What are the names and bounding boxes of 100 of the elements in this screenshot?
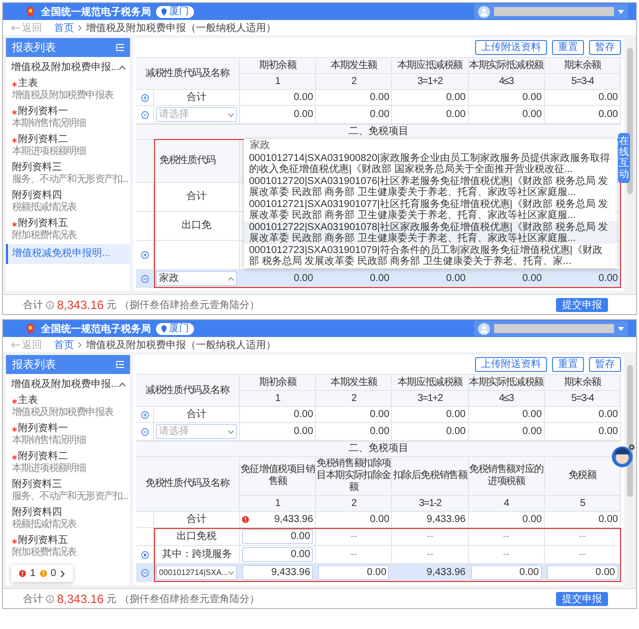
table-cell: 0.00 <box>598 514 618 526</box>
column-header: 免税销售额扣除项目本期实际扣除金额 <box>316 457 392 496</box>
dropdown-option[interactable]: 0001012720|SXA031901076|社区养老服务免征增值税优惠|《财政部 税务总局 发展改革委 民政部 商务部 卫生健康委关于养老、托育、家政等社区家庭服... <box>244 175 617 198</box>
toolbar-button[interactable]: 重置 <box>552 357 584 372</box>
column-header: 扣除后免税销售额 <box>392 457 469 496</box>
column-header: 免税销售额对应的进项税额 <box>468 457 545 496</box>
search-select-field[interactable]: 家政 <box>156 271 237 286</box>
amount-in-words: （捌仟叁佰肆拾叁元壹角陆分） <box>120 298 260 312</box>
table-cell: 0.00 <box>522 514 542 526</box>
table-cell: -- <box>502 530 510 542</box>
amount-field[interactable]: 0.00 <box>242 529 314 544</box>
column-index: 2 <box>316 74 392 90</box>
toolbar-button[interactable]: 上传附送资料 <box>475 40 547 55</box>
column-header: 本期实际抵减税额 <box>468 58 545 74</box>
home-link[interactable]: 首页 <box>54 338 74 352</box>
total-label: 合计 <box>23 298 43 312</box>
table-cell: 0.00 <box>370 108 390 120</box>
table-cell: 0.00 <box>294 272 314 284</box>
report-item[interactable]: 附列资料一 本期销售情况明细 <box>6 421 130 449</box>
table-cell: 9,433.96 <box>274 514 314 526</box>
table-cell: -- <box>502 548 510 560</box>
submit-button[interactable]: 提交申报 <box>556 592 608 606</box>
dropdown-option[interactable]: 0001012714|SXA031900820|家政服务企业由员工制家政服务员提供家政服务取得的收入免征增值税优惠|《财政部 国家税务总局关于全面推开营业税改征... <box>244 152 617 175</box>
table-cell: -- <box>350 530 358 542</box>
amount-field[interactable]: 0.00 <box>242 547 314 562</box>
submit-button[interactable]: 提交申报 <box>556 298 608 312</box>
column-index: 3=1-2 <box>392 496 469 512</box>
report-item[interactable]: 主表 增值税及附加税费申报表 <box>6 76 130 104</box>
column-header: 免征增值税项目销售额 <box>240 457 316 496</box>
option-group-label: 家政 <box>249 140 271 152</box>
table-cell: 0.00 <box>446 92 466 104</box>
dropdown-option[interactable]: 0001012723|SXA031901079|符合条件的员工制家政服务免征增值税优惠|《财政部 税务总局 发展改革委 民政部 商务部 卫生健康委关于养老、托育、家... <box>244 244 617 267</box>
table-cell: 0.00 <box>294 108 314 120</box>
total-amount: 8,343.16 <box>57 592 104 606</box>
section-title: 二、免税项目 <box>136 441 621 456</box>
column-header: 本期应抵减税额 <box>392 58 469 74</box>
row-label: 合计 <box>186 92 206 104</box>
city-button[interactable]: 厦门 <box>156 6 194 18</box>
home-link[interactable]: 首页 <box>54 20 74 34</box>
report-item[interactable]: 附列资料五 附加税费情况表 <box>6 216 130 244</box>
error-count: 1 <box>30 568 36 579</box>
row-label: 出口免税 <box>176 530 216 542</box>
toolbar-button[interactable]: 上传附送资料 <box>475 357 547 372</box>
report-item[interactable]: 增值税减免税申报明... <box>6 244 130 264</box>
amount-field[interactable]: 0.00 <box>318 565 390 580</box>
amount-field[interactable]: 0.00 <box>546 565 618 580</box>
column-index: 4 <box>468 496 545 512</box>
table-cell: 9,433.96 <box>426 514 466 526</box>
row-label: 其中：跨境服务 <box>162 548 232 560</box>
site-title: 全国统一规范电子税务局 <box>41 322 151 336</box>
report-item[interactable]: 附列资料二 本期进项税额明细 <box>6 449 130 477</box>
city-button[interactable]: 厦门 <box>156 322 194 334</box>
column-index: 3=1+2 <box>392 74 469 90</box>
report-item[interactable]: 附列资料三 服务、不动产和无形资产扣... <box>6 160 130 188</box>
dropdown-option[interactable]: 0001012722|SXA031901078|社区家政服务免征增值税优惠|《财政部 税务总局 发展改革委 民政部 商务部 卫生健康委关于养老、托育、家政等社区家庭服... <box>244 221 617 244</box>
report-item[interactable]: 附列资料五 附加税费情况表 <box>6 533 130 561</box>
row-label: 出口免 <box>182 220 212 232</box>
report-item[interactable]: 附列资料一 本期销售情况明细 <box>6 104 130 132</box>
table-cell: -- <box>426 548 434 560</box>
column-index: 1 <box>240 391 316 407</box>
column-index: 3=1+2 <box>392 391 469 407</box>
table-cell: 0.00 <box>446 426 466 438</box>
total-amount: 8,343.16 <box>57 298 104 312</box>
table-cell: 0.00 <box>370 272 390 284</box>
column-header: 减税性质代码及名称 <box>136 375 240 407</box>
table-cell: 0.00 <box>598 272 618 284</box>
column-header: 期初余额 <box>240 58 316 74</box>
report-item[interactable]: 附列资料四 税额抵减情况表 <box>6 188 130 216</box>
table-cell: 0.00 <box>370 92 390 104</box>
select-field[interactable]: 0001012714|SXA... <box>156 565 238 580</box>
table-cell: 0.00 <box>446 108 466 120</box>
site-title: 全国统一规范电子税务局 <box>41 6 151 18</box>
column-header: 本期发生额 <box>316 58 392 74</box>
toolbar-button[interactable]: 重置 <box>552 40 584 55</box>
column-index: 4≤3 <box>468 391 545 407</box>
table-cell: -- <box>579 548 586 560</box>
table-cell: 0.00 <box>522 92 542 104</box>
column-header: 本期应抵减税额 <box>392 375 469 391</box>
amount-field[interactable]: 0.00 <box>470 565 542 580</box>
column-header: 减税性质代码及名称 <box>136 58 240 90</box>
table-cell: 0.00 <box>446 272 466 284</box>
report-item[interactable]: 附列资料四 税额抵减情况表 <box>6 505 130 533</box>
report-item[interactable]: 附列资料二 本期进项税额明细 <box>6 132 130 160</box>
page-title: 增值税及附加税费申报（一般纳税人适用） <box>86 22 276 34</box>
dropdown-option[interactable]: 0001012721|SXA031901077|社区托育服务免征增值税优惠|《财政部 税务总局 发展改革委 民政部 商务部 卫生健康委关于养老、托育、家政等社区家庭服... <box>244 198 617 221</box>
report-item[interactable]: 附列资料三 服务、不动产和无形资产扣... <box>6 477 130 505</box>
section-title: 二、免税项目 <box>136 124 621 139</box>
toolbar-button[interactable]: 暂存 <box>589 357 621 372</box>
row-label: 合计 <box>186 191 206 203</box>
table-cell: 0.00 <box>370 408 390 420</box>
total-label: 合计 <box>23 592 43 606</box>
toolbar-button[interactable]: 暂存 <box>589 40 621 55</box>
amount-field[interactable]: 9,433.96 <box>242 565 314 580</box>
row-label: 合计 <box>186 514 206 526</box>
report-item[interactable]: 主表 增值税及附加税费申报表 <box>6 393 130 421</box>
column-header: 期初余额 <box>240 375 316 391</box>
column-index: 4≤3 <box>468 74 545 90</box>
table-cell: 0.00 <box>522 408 542 420</box>
table-cell: 0.00 <box>294 408 314 420</box>
currency-unit: 元 <box>106 592 117 606</box>
